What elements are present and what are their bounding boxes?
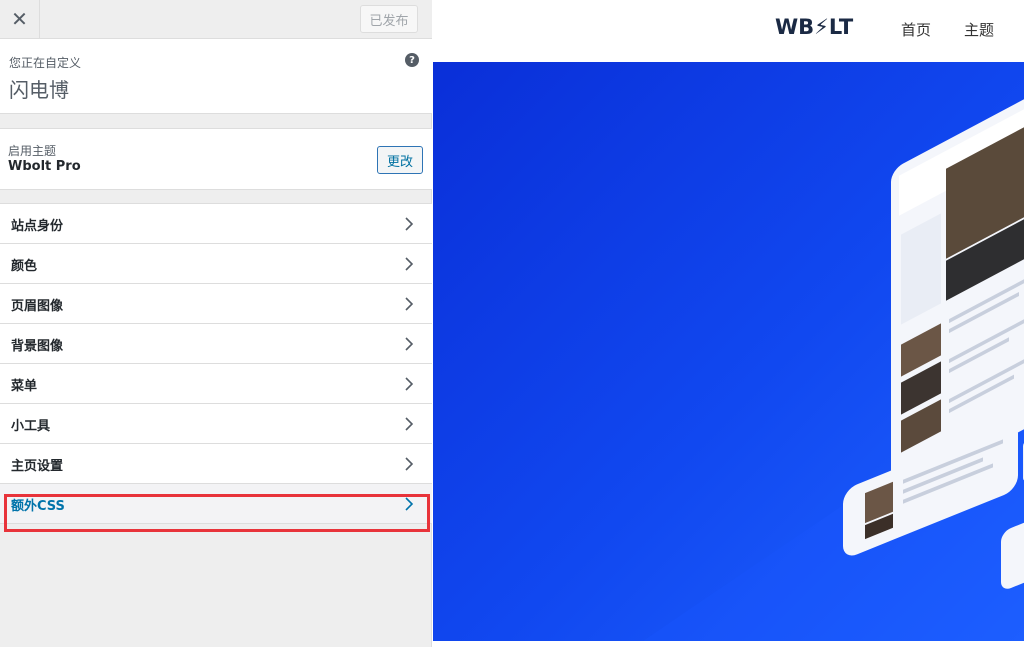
change-theme-button[interactable]: 更改 bbox=[377, 146, 423, 174]
site-title: 闪电博 bbox=[9, 78, 69, 102]
hero-banner bbox=[433, 62, 1024, 641]
nav-link-themes[interactable]: 主题 bbox=[964, 19, 994, 40]
site-preview: WB⚡LT 首页 主题 bbox=[433, 0, 1024, 647]
chevron-right-icon bbox=[405, 217, 414, 231]
customizer-info: 您正在自定义 闪电博 ? bbox=[0, 39, 432, 114]
chevron-right-icon bbox=[405, 417, 414, 431]
menu-item-label: 站点身份 bbox=[11, 219, 64, 234]
close-button[interactable]: ✕ bbox=[0, 0, 40, 38]
menu-item-label: 页眉图像 bbox=[11, 299, 64, 314]
menu-item-label: 额外CSS bbox=[11, 499, 65, 514]
menu-item-additional-css[interactable]: 额外CSS bbox=[0, 483, 432, 524]
chevron-right-icon bbox=[405, 257, 414, 271]
menu-item-label: 菜单 bbox=[11, 379, 38, 394]
device-mockup-illustration bbox=[643, 95, 1024, 641]
chevron-right-icon bbox=[405, 497, 414, 511]
nav-link-home[interactable]: 首页 bbox=[901, 19, 931, 40]
theme-name: Wbolt Pro bbox=[8, 159, 81, 174]
customizer-header: ✕ 已发布 bbox=[0, 0, 432, 39]
menu-item-background-image[interactable]: 背景图像 bbox=[0, 323, 432, 364]
customizer-panel: ✕ 已发布 您正在自定义 闪电博 ? 启用主题 Wbolt Pro 更改 站点身… bbox=[0, 0, 432, 647]
chevron-right-icon bbox=[405, 337, 414, 351]
chevron-right-icon bbox=[405, 457, 414, 471]
close-icon: ✕ bbox=[11, 7, 28, 31]
menu-item-colors[interactable]: 颜色 bbox=[0, 243, 432, 284]
menu-item-site-identity[interactable]: 站点身份 bbox=[0, 203, 432, 244]
site-header: WB⚡LT 首页 主题 bbox=[433, 0, 1024, 62]
menu-item-homepage-settings[interactable]: 主页设置 bbox=[0, 443, 432, 484]
customizer-menu: 站点身份 颜色 页眉图像 背景图像 菜单 小工具 主页设置 额外CSS bbox=[0, 203, 432, 524]
customizing-label: 您正在自定义 bbox=[9, 56, 82, 70]
help-icon[interactable]: ? bbox=[405, 53, 419, 67]
publish-button[interactable]: 已发布 bbox=[360, 5, 418, 33]
preview-footer-strip bbox=[433, 641, 1024, 647]
menu-item-header-image[interactable]: 页眉图像 bbox=[0, 283, 432, 324]
active-theme-label: 启用主题 bbox=[8, 144, 57, 158]
menu-item-label: 主页设置 bbox=[11, 459, 64, 474]
menu-item-widgets[interactable]: 小工具 bbox=[0, 403, 432, 444]
menu-item-label: 背景图像 bbox=[11, 339, 64, 354]
chevron-right-icon bbox=[405, 297, 414, 311]
menu-item-label: 颜色 bbox=[11, 259, 38, 274]
chevron-right-icon bbox=[405, 377, 414, 391]
menu-item-label: 小工具 bbox=[11, 419, 51, 434]
menu-item-menus[interactable]: 菜单 bbox=[0, 363, 432, 404]
active-theme-section: 启用主题 Wbolt Pro 更改 bbox=[0, 128, 432, 190]
site-logo[interactable]: WB⚡LT bbox=[775, 15, 853, 39]
